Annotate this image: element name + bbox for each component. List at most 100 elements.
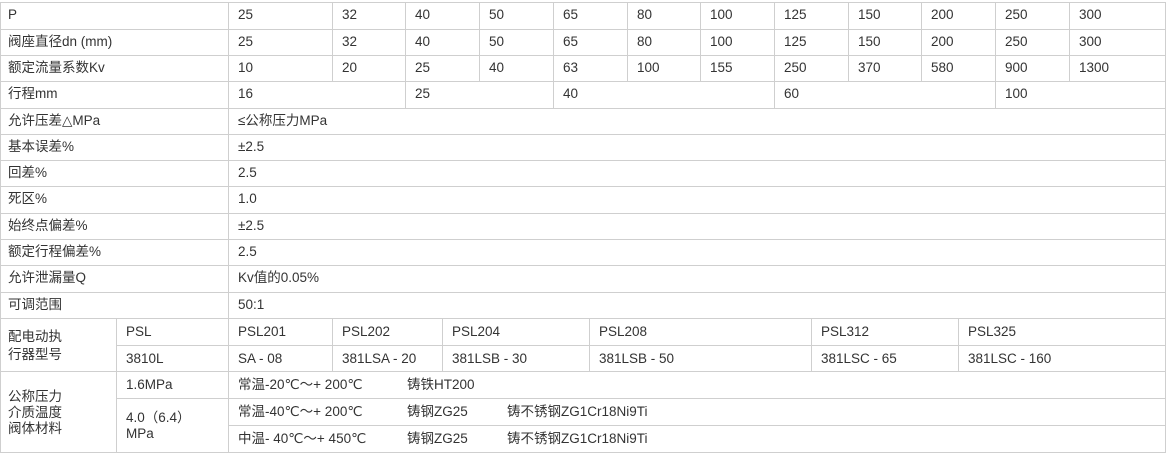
- table-cell: 65: [563, 7, 579, 22]
- temperature-range: 中温- 40℃～+ 450℃: [238, 431, 367, 446]
- grid-line: [0, 239, 1166, 240]
- table-cell: 381LSB - 50: [599, 351, 675, 366]
- grid-line: [0, 55, 1166, 56]
- table-cell: PSL204: [452, 324, 501, 339]
- grid-line: [116, 345, 1166, 346]
- table-cell: 1.0: [238, 191, 257, 206]
- table-cell: 125: [784, 34, 807, 49]
- table-cell: 155: [710, 60, 733, 75]
- table-cell: 300: [1079, 7, 1102, 22]
- grid-line: [0, 2, 1166, 3]
- row-label: 允许压差△MPa: [8, 113, 101, 128]
- table-cell: 65: [563, 34, 579, 49]
- grid-line: [332, 318, 333, 371]
- row-label: 行器型号: [8, 347, 62, 362]
- row-label: 行程mm: [8, 86, 58, 101]
- body-material: 铸铁HT200: [407, 377, 475, 392]
- row-label: 额定行程偏差%: [8, 244, 102, 259]
- grid-line: [0, 213, 1166, 214]
- table-cell: 100: [1005, 86, 1028, 101]
- table-cell: 60: [784, 86, 800, 101]
- body-material: 铸钢ZG25: [407, 431, 468, 446]
- grid-line: [116, 398, 1166, 399]
- table-cell: 1300: [1079, 60, 1110, 75]
- row-label: 配电动执: [8, 329, 62, 344]
- table-cell: 40: [563, 86, 579, 101]
- table-cell: 200: [931, 7, 954, 22]
- body-material: 铸不锈钢ZG1Cr18Ni9Ti: [507, 431, 648, 446]
- table-cell: PSL208: [599, 324, 648, 339]
- grid-line: [0, 452, 1166, 453]
- table-cell: PSL201: [238, 324, 287, 339]
- row-label: 允许泄漏量Q: [8, 270, 87, 285]
- temperature-range: 常温-20℃～+ 200℃: [238, 377, 363, 392]
- grid-line: [0, 2, 1, 452]
- pressure-value: 4.0（6.4）: [126, 410, 191, 425]
- grid-line: [228, 2, 229, 452]
- table-cell: 25: [415, 86, 431, 101]
- table-cell: PSL312: [821, 324, 870, 339]
- grid-line: [228, 425, 1166, 426]
- table-cell: 63: [563, 60, 579, 75]
- table-cell: 150: [858, 34, 881, 49]
- row-label: 死区%: [8, 191, 48, 206]
- table-cell: ±2.5: [238, 139, 265, 154]
- grid-line: [0, 81, 1166, 82]
- table-cell: 80: [637, 34, 653, 49]
- table-cell: 370: [858, 60, 881, 75]
- row-label: 可调范围: [8, 297, 62, 312]
- grid-line: [811, 318, 812, 371]
- body-material: 铸钢ZG25: [407, 404, 468, 419]
- grid-line: [0, 160, 1166, 161]
- table-cell: 3810L: [126, 351, 164, 366]
- grid-line: [0, 371, 1166, 372]
- grid-line: [995, 2, 996, 108]
- pressure-value: MPa: [126, 426, 154, 441]
- grid-line: [0, 108, 1166, 109]
- table-cell: 125: [784, 7, 807, 22]
- grid-line: [589, 318, 590, 371]
- grid-line: [921, 2, 922, 81]
- table-cell: 50: [489, 7, 505, 22]
- table-cell: 100: [637, 60, 660, 75]
- grid-line: [627, 2, 628, 81]
- table-cell: 40: [489, 60, 505, 75]
- table-cell: 250: [1005, 7, 1028, 22]
- table-cell: PSL325: [968, 324, 1017, 339]
- table-cell: 25: [238, 7, 254, 22]
- grid-line: [0, 134, 1166, 135]
- row-label: 阀体材料: [8, 421, 62, 436]
- row-label: 额定流量系数Kv: [8, 60, 105, 75]
- table-cell: 300: [1079, 34, 1102, 49]
- table-cell: 381LSC - 65: [821, 351, 897, 366]
- grid-line: [442, 318, 443, 371]
- row-label: 始终点偏差%: [8, 218, 88, 233]
- table-cell: 40: [415, 7, 431, 22]
- table-cell: 40: [415, 34, 431, 49]
- table-cell: 50:1: [238, 297, 265, 312]
- grid-line: [774, 2, 775, 108]
- row-label: P: [8, 7, 18, 22]
- table-cell: ≤公称压力MPa: [238, 113, 328, 128]
- grid-line: [0, 318, 1166, 319]
- temperature-range: 常温-40℃～+ 200℃: [238, 404, 363, 419]
- table-cell: 381LSC - 160: [968, 351, 1052, 366]
- pressure-value: 1.6MPa: [126, 377, 173, 392]
- table-cell: 580: [931, 60, 954, 75]
- table-cell: ±2.5: [238, 218, 265, 233]
- table-cell: 80: [637, 7, 653, 22]
- grid-line: [479, 2, 480, 81]
- table-cell: 381LSB - 30: [452, 351, 528, 366]
- table-cell: 20: [342, 60, 358, 75]
- table-cell: PSL: [126, 324, 152, 339]
- table-cell: PSL202: [342, 324, 391, 339]
- table-cell: SA - 08: [238, 351, 283, 366]
- table-cell: 25: [415, 60, 431, 75]
- grid-line: [0, 292, 1166, 293]
- row-label: 阀座直径dn (mm): [8, 34, 113, 49]
- grid-line: [0, 29, 1166, 30]
- table-cell: 2.5: [238, 244, 257, 259]
- table-cell: 32: [342, 34, 358, 49]
- table-cell: 900: [1005, 60, 1028, 75]
- table-cell: 100: [710, 34, 733, 49]
